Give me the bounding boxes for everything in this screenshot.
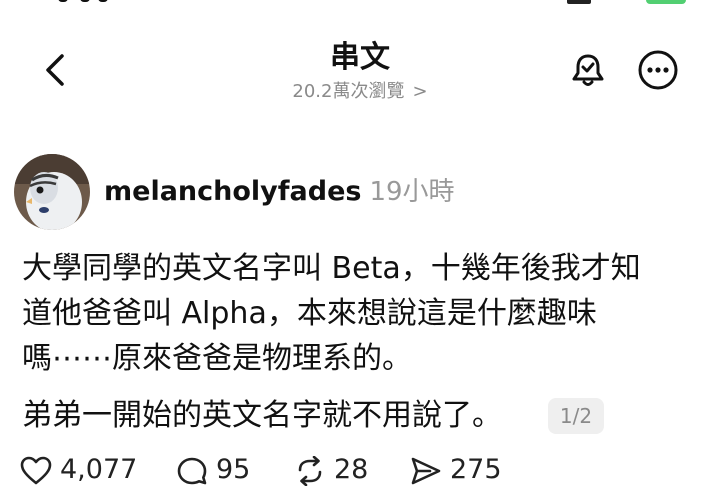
comment-button[interactable]: 95 <box>176 450 266 490</box>
page-title: 串文 <box>330 40 390 75</box>
heart-icon <box>20 456 52 485</box>
avatar[interactable] <box>14 154 90 230</box>
budgie-avatar-image <box>14 154 90 230</box>
author-line: melancholyfades 19小時 <box>104 172 455 212</box>
view-count: 20.2萬次瀏覽 <box>292 81 405 102</box>
post-time: 19小時 <box>369 177 455 207</box>
more-options-button[interactable] <box>636 48 680 92</box>
author-name[interactable]: melancholyfades <box>104 176 361 207</box>
repost-button[interactable]: 28 <box>294 450 374 490</box>
comment-count: 95 <box>216 454 251 485</box>
chevron-left-icon <box>46 54 64 86</box>
notify-button[interactable] <box>566 48 610 92</box>
bell-icon <box>572 54 604 86</box>
like-count: 4,077 <box>60 454 138 485</box>
back-button[interactable] <box>34 48 78 92</box>
more-horizontal-icon <box>638 50 678 90</box>
page-indicator[interactable]: 1/2 <box>548 398 604 434</box>
share-count: 275 <box>450 454 502 485</box>
post-text-line: 嗎⋯⋯原來爸爸是物理系的。 <box>22 341 412 376</box>
status-bar <box>0 0 720 10</box>
send-icon <box>411 457 441 485</box>
repost-icon <box>298 456 322 486</box>
share-button[interactable]: 275 <box>410 450 510 490</box>
chevron-right-icon: > <box>412 81 428 102</box>
view-count-link[interactable]: 20.2萬次瀏覽 > <box>240 80 480 104</box>
post-text-line: 道他爸爸叫 Alpha，本來想說這是什麼趣味 <box>22 296 597 331</box>
status-time <box>58 0 118 4</box>
post-continuation: 弟弟一開始的英文名字就不用說了。 <box>22 398 502 433</box>
signal-icon <box>567 0 591 4</box>
post-text-line: 大學同學的英文名字叫 Beta，十幾年後我才知 <box>22 251 641 286</box>
post-body: 大學同學的英文名字叫 Beta，十幾年後我才知 道他爸爸叫 Alpha，本來想說… <box>22 246 702 381</box>
battery-icon <box>646 0 686 4</box>
like-button[interactable]: 4,077 <box>20 450 145 490</box>
repost-count: 28 <box>334 454 369 485</box>
comment-icon <box>177 457 207 485</box>
